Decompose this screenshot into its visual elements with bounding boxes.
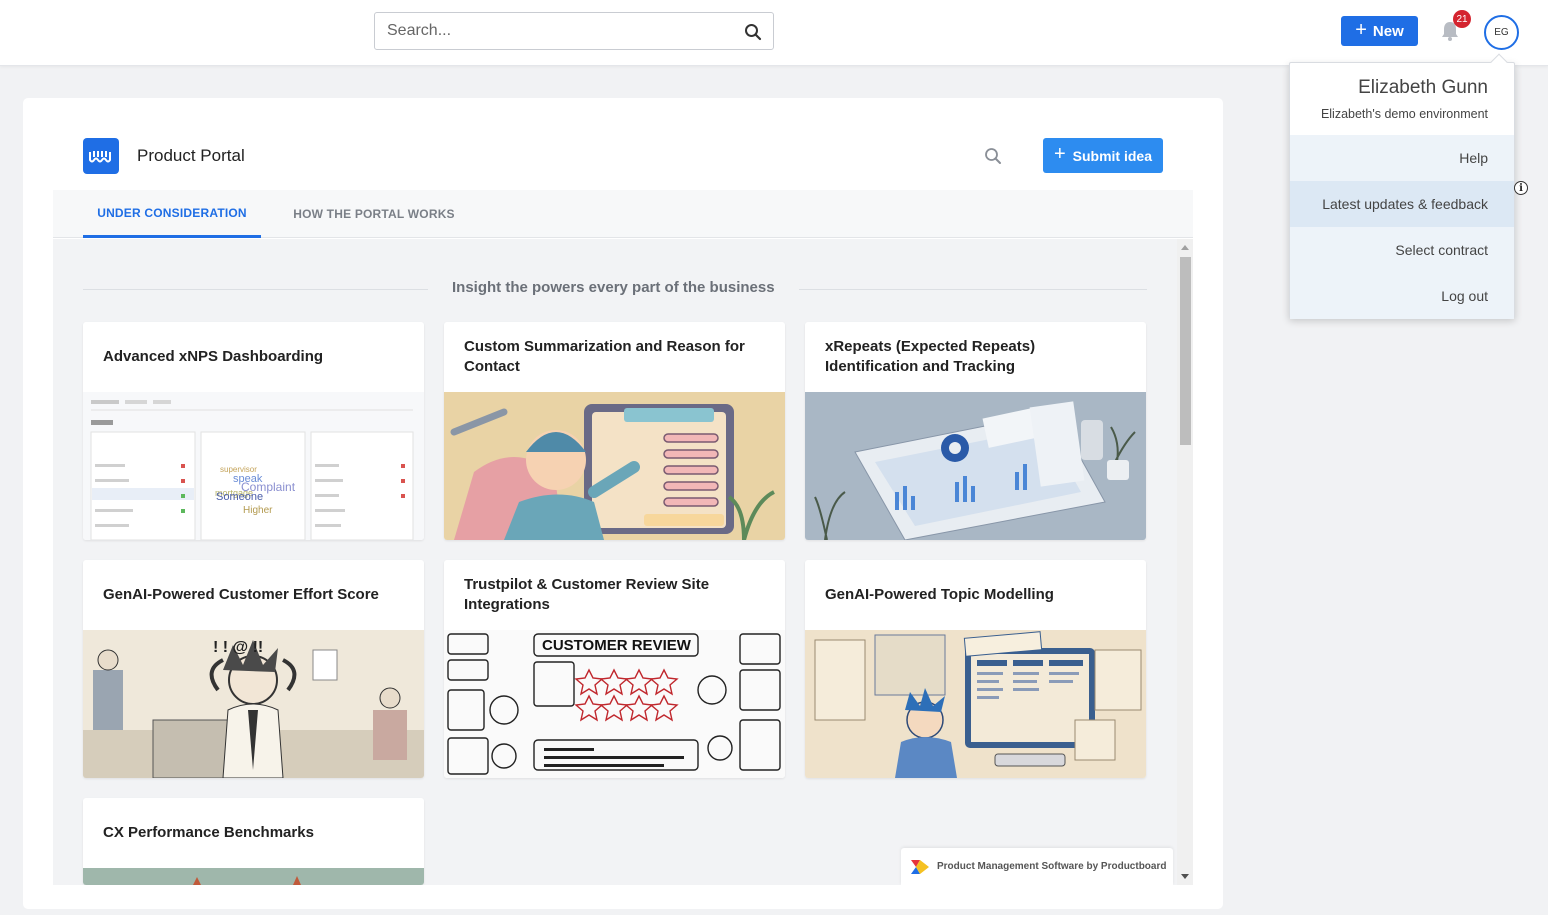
search-icon[interactable] (744, 23, 762, 41)
ideas-board: Insight the powers every part of the bus… (53, 239, 1193, 885)
new-button[interactable]: + New (1341, 16, 1418, 46)
idea-card-title: GenAI-Powered Topic Modelling (825, 586, 1054, 603)
idea-card[interactable]: Trustpilot & Customer Review Site Integr… (444, 560, 785, 778)
idea-card-title: Trustpilot & Customer Review Site Integr… (464, 576, 710, 613)
portal-logo (83, 138, 119, 174)
idea-card[interactable]: CX Performance Benchmarks (83, 798, 424, 885)
plus-icon: + (1053, 143, 1066, 165)
productboard-badge-label: Product Management Software by Productbo… (937, 861, 1167, 872)
idea-card-title: CX Performance Benchmarks (103, 824, 314, 841)
productboard-badge[interactable]: Product Management Software by Productbo… (901, 848, 1173, 885)
menu-item-latest-updates[interactable]: Latest updates & feedback (1290, 181, 1514, 227)
top-bar: + New 21 EG (0, 0, 1548, 66)
svg-text:CUSTOMER REVIEW: CUSTOMER REVIEW (542, 637, 692, 654)
scroll-down-arrow-icon[interactable] (1181, 874, 1189, 879)
portal-panel: Product Portal + Submit idea UNDER CONSI… (23, 98, 1223, 909)
portal-tabs: UNDER CONSIDERATION HOW THE PORTAL WORKS (53, 190, 1193, 238)
wave-logo-icon (89, 151, 111, 163)
svg-text:Higher: Higher (243, 505, 273, 516)
avatar[interactable]: EG (1484, 15, 1519, 50)
dashboard-thumbnail-image: supervisor speak Complaint mortgage Some… (83, 392, 424, 540)
idea-card[interactable]: GenAI-Powered Customer Effort Score ! ! … (83, 560, 424, 778)
user-menu: Elizabeth Gunn Elizabeth's demo environm… (1289, 53, 1515, 319)
tab-how-portal-works[interactable]: HOW THE PORTAL WORKS (289, 190, 459, 238)
plus-icon: + (1355, 19, 1367, 41)
customization-illustration-image (444, 392, 785, 540)
menu-item-select-contract[interactable]: Select contract (1290, 227, 1514, 273)
user-environment: Elizabeth's demo environment (1320, 107, 1488, 121)
user-name: Elizabeth Gunn (1358, 77, 1488, 98)
scroll-thumb[interactable] (1180, 257, 1191, 445)
svg-text:Someone: Someone (216, 491, 263, 503)
tab-under-consideration[interactable]: UNDER CONSIDERATION (83, 190, 261, 238)
customer-effort-illustration-image: ! ! @ !! (83, 630, 424, 778)
benchmarks-illustration-image (83, 868, 424, 885)
idea-card[interactable]: GenAI-Powered Topic Modelling (805, 560, 1146, 778)
section-title: Insight the powers every part of the bus… (428, 279, 799, 296)
scroll-up-arrow-icon[interactable] (1181, 245, 1189, 250)
user-menu-header: Elizabeth Gunn Elizabeth's demo environm… (1290, 63, 1514, 135)
submit-idea-button[interactable]: + Submit idea (1043, 138, 1163, 173)
idea-card-title: GenAI-Powered Customer Effort Score (103, 586, 379, 603)
svg-text:! ! @ !!: ! ! @ !! (213, 639, 263, 656)
idea-card[interactable]: Advanced xNPS Dashboarding supervisor sp… (83, 322, 424, 540)
search-input[interactable] (375, 13, 715, 49)
idea-card[interactable]: xRepeats (Expected Repeats) Identificati… (805, 322, 1146, 540)
customer-review-illustration-image: CUSTOMER REVIEW (444, 630, 785, 778)
portal-title: Product Portal (137, 146, 245, 165)
idea-card-title: xRepeats (Expected Repeats) Identificati… (825, 338, 1036, 375)
menu-item-log-out[interactable]: Log out (1290, 273, 1514, 319)
productboard-logo-icon (911, 859, 929, 874)
topic-modelling-illustration-image (805, 630, 1146, 778)
idea-card[interactable]: Custom Summarization and Reason for Cont… (444, 322, 785, 540)
submit-idea-label: Submit idea (1072, 147, 1153, 164)
menu-item-help[interactable]: Help (1290, 135, 1514, 181)
notification-badge: 21 (1453, 10, 1471, 28)
idea-card-title: Custom Summarization and Reason for Cont… (464, 338, 745, 375)
global-search[interactable] (374, 12, 774, 50)
portal-search-icon[interactable] (984, 147, 1002, 165)
xrepeats-illustration-image (805, 392, 1146, 540)
board-scrollbar[interactable] (1177, 239, 1193, 885)
new-button-label: New (1372, 22, 1404, 40)
info-icon[interactable]: i (1514, 181, 1528, 195)
idea-card-title: Advanced xNPS Dashboarding (103, 348, 324, 365)
